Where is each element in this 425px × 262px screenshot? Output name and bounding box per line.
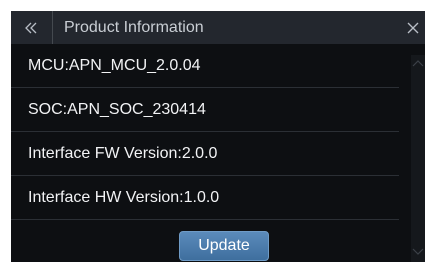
chevron-up-icon xyxy=(412,60,424,67)
info-row-label: Interface FW Version:2.0.0 xyxy=(28,144,218,162)
info-row-interface-hw: Interface HW Version:1.0.0 xyxy=(11,176,399,220)
info-row-soc: SOC:APN_SOC_230414 xyxy=(11,88,399,132)
close-button[interactable] xyxy=(401,11,425,44)
info-row-mcu: MCU:APN_MCU_2.0.04 xyxy=(11,44,399,88)
back-button[interactable] xyxy=(11,11,51,44)
footer: Update xyxy=(11,221,411,262)
title-bar: Product Information xyxy=(11,11,425,44)
scrollbar[interactable] xyxy=(411,55,425,262)
double-chevron-left-icon xyxy=(25,22,37,33)
info-list: MCU:APN_MCU_2.0.04 SOC:APN_SOC_230414 In… xyxy=(11,44,399,220)
chevron-down-icon xyxy=(412,248,424,255)
info-row-label: Interface HW Version:1.0.0 xyxy=(28,188,220,206)
close-icon xyxy=(407,22,419,33)
page-title: Product Information xyxy=(64,19,204,36)
product-information-dialog: Product Information MCU:APN_MCU_2.0.04 S… xyxy=(11,11,425,262)
scroll-up-button[interactable] xyxy=(411,55,425,71)
info-row-interface-fw: Interface FW Version:2.0.0 xyxy=(11,132,399,176)
info-row-label: SOC:APN_SOC_230414 xyxy=(28,100,206,118)
info-row-label: MCU:APN_MCU_2.0.04 xyxy=(28,56,201,74)
update-button[interactable]: Update xyxy=(179,231,269,261)
title-divider xyxy=(52,11,53,44)
scroll-down-button[interactable] xyxy=(411,244,425,260)
